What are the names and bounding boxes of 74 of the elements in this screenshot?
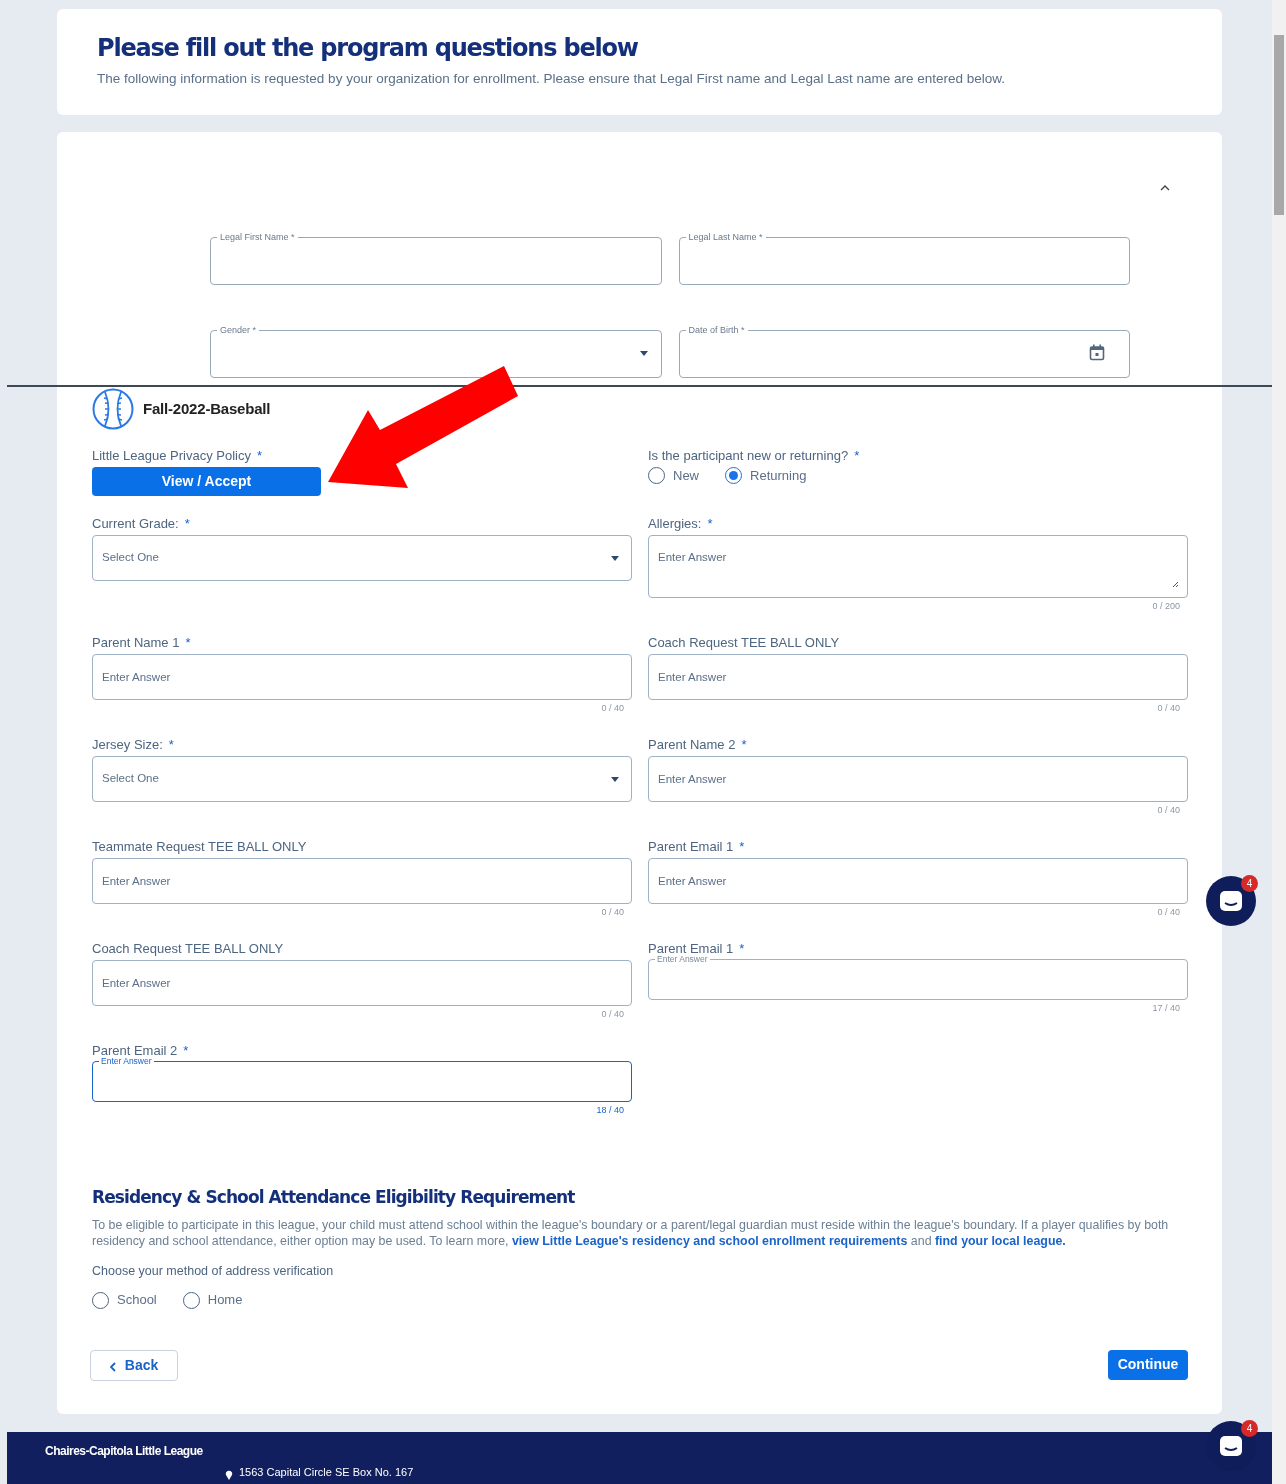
section-heading: Residency & School Attendance Eligibility Requirement	[92, 1186, 575, 1209]
field-label: Teammate Request TEE BALL ONLY	[92, 838, 307, 856]
character-counter: 0 / 200	[1152, 599, 1180, 613]
select-field[interactable]: Select One	[92, 756, 632, 802]
answer-field[interactable]: Enter Answer	[648, 756, 1188, 802]
required-mark: *	[168, 736, 174, 754]
required-mark: *	[185, 634, 191, 652]
input-field[interactable]: Date of Birth *	[678, 325, 1130, 378]
radio-option[interactable]: School	[92, 1290, 157, 1310]
field-label: Coach Request TEE BALL ONLY	[648, 634, 840, 652]
input-field[interactable]: Enter Answer	[92, 1056, 632, 1102]
baseball-icon	[92, 388, 134, 430]
program-name: Fall-2022-Baseball	[143, 398, 271, 419]
dropdown-caret-icon	[638, 349, 649, 357]
character-counter: 18 / 40	[596, 1103, 624, 1117]
chat-button[interactable]: 4	[1206, 876, 1256, 926]
page-subtitle: The following information is requested by your organization for enrollment. Please ensure that Legal First name and Legal Last name are entered below.	[97, 70, 1006, 88]
chat-icon	[1219, 1435, 1243, 1457]
answer-field[interactable]: Enter Answer	[648, 858, 1188, 904]
chevron-icon	[1160, 185, 1170, 191]
character-counter: 0 / 40	[1157, 905, 1180, 919]
field-label: Is the participant new or returning?	[648, 447, 849, 465]
link[interactable]: view Little League's residency and school enrollment requirements	[511, 1233, 908, 1248]
field-label: Choose your method of address verification	[92, 1262, 334, 1280]
input-field[interactable]: Legal First Name *	[210, 232, 662, 285]
chevron-left-icon	[109, 1361, 116, 1372]
field-label: Little League Privacy Policy	[92, 447, 251, 465]
field-label: Coach Request TEE BALL ONLY	[92, 940, 284, 958]
input-field[interactable]: Enter Answer	[648, 954, 1188, 1000]
character-counter: 17 / 40	[1152, 1001, 1180, 1015]
field-label: Allergies:	[648, 515, 702, 533]
league-name: Chaires-Capitola Little League	[45, 1443, 203, 1460]
answer-field[interactable]: Enter Answer	[648, 654, 1188, 700]
radio-option[interactable]: Returning	[725, 466, 807, 486]
answer-field[interactable]: Enter Answer	[648, 535, 1188, 598]
radio-option[interactable]: New	[648, 466, 699, 486]
answer-field[interactable]: Enter Answer	[92, 654, 632, 700]
field-label: Current Grade:	[92, 515, 179, 533]
field-label: Parent Email 1	[648, 838, 734, 856]
footer-address: 1563 Capital Circle SE Box No. 167	[239, 1465, 414, 1480]
resize-handle-icon	[1172, 581, 1179, 588]
character-counter: 0 / 40	[1157, 701, 1180, 715]
answer-field[interactable]: Enter Answer	[92, 960, 632, 1006]
radio-option[interactable]: Home	[182, 1290, 243, 1310]
field-label: Parent Name 2	[648, 736, 736, 754]
character-counter: 0 / 40	[1157, 803, 1180, 817]
dropdown-caret-icon	[610, 775, 620, 783]
view-accept-button[interactable]: View / Accept	[92, 467, 321, 496]
link[interactable]: find your local league.	[935, 1233, 1066, 1248]
required-mark: *	[257, 447, 263, 465]
page-title: Please fill out the program questions below	[97, 33, 638, 64]
required-mark: *	[854, 447, 860, 465]
field-label: Parent Name 1	[92, 634, 180, 652]
notification-badge: 4	[1241, 1420, 1258, 1437]
required-mark: *	[739, 838, 745, 856]
chat-button[interactable]: 4	[1206, 1421, 1256, 1471]
input-field[interactable]: Legal Last Name *	[678, 232, 1130, 285]
required-mark: *	[184, 515, 190, 533]
dropdown-caret-icon	[610, 554, 620, 562]
chat-icon	[1219, 890, 1243, 912]
character-counter: 0 / 40	[601, 701, 624, 715]
field-label: Jersey Size:	[92, 736, 163, 754]
character-counter: 0 / 40	[601, 905, 624, 919]
select-field[interactable]: Select One	[92, 535, 632, 581]
eligibility-paragraph: To be eligible to participate in this league, your child must attend school within the league's boundary or a parent/legal guardian must reside within the league's boundary. If a player qualifies by both residency and school attendance, either option may be used. To learn more, view Little League's residency and school enrollment requirements and find your local league.	[92, 1216, 1170, 1249]
character-counter: 0 / 40	[601, 1007, 624, 1021]
required-mark: *	[707, 515, 713, 533]
continue-button[interactable]: Continue	[1108, 1349, 1188, 1380]
answer-field[interactable]: Enter Answer	[92, 858, 632, 904]
notification-badge: 4	[1241, 875, 1258, 892]
calendar-icon	[1089, 343, 1105, 361]
required-mark: *	[741, 736, 747, 754]
location-pin-icon	[225, 1470, 233, 1480]
back-button[interactable]: Back	[90, 1349, 178, 1381]
